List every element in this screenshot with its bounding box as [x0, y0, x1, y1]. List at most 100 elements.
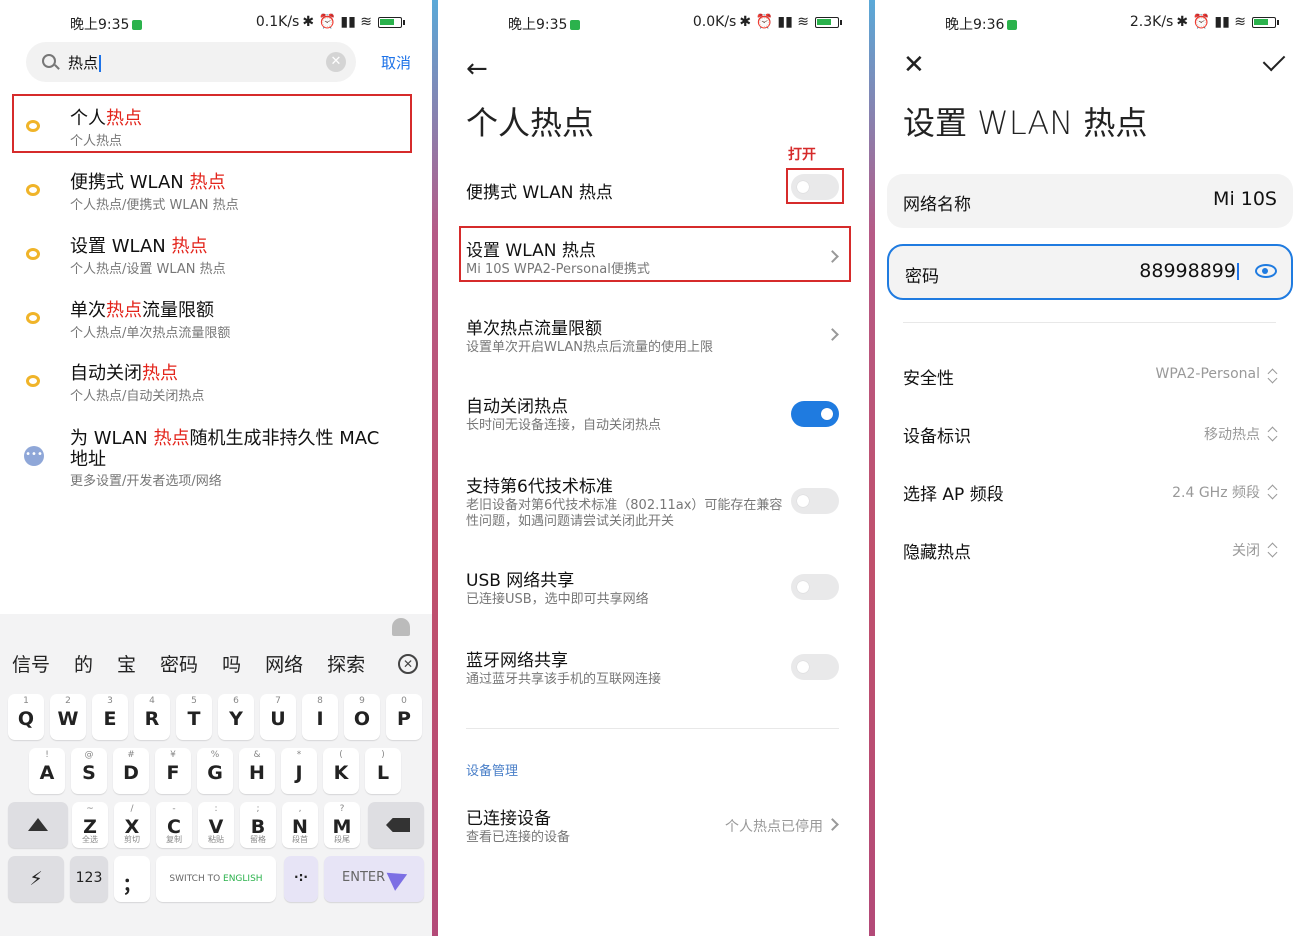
key[interactable]: : V 粘贴 [198, 802, 234, 848]
key[interactable]: % G [197, 748, 233, 794]
setup-hotspot-row[interactable]: 设置 WLAN 热点 Mi 10S WPA2-Personal便携式 [438, 228, 869, 284]
auto-off-row[interactable]: 自动关闭热点 长时间无设备连接，自动关闭热点 [438, 384, 869, 440]
net-speed: 0.0K/s [692, 14, 737, 30]
usb-tether-toggle[interactable] [791, 574, 839, 600]
shift-icon [28, 818, 48, 831]
close-icon[interactable]: ✕ [903, 50, 925, 80]
eye-icon[interactable] [1255, 264, 1277, 278]
portable-hotspot-row[interactable]: 便携式 WLAN 热点 [438, 162, 869, 212]
candidate-word[interactable]: 密码 [160, 650, 198, 677]
key[interactable]: 0P [386, 694, 422, 740]
bt-tether-row[interactable]: 蓝牙网络共享 通过蓝牙共享该手机的互联网连接 [438, 636, 869, 692]
security-row[interactable]: 安全性 WPA2-Personal [875, 358, 1306, 398]
usb-tether-row[interactable]: USB 网络共享 已连接USB，选中即可共享网络 [438, 558, 869, 614]
row-value: 个人热点已停用 [725, 819, 823, 835]
key[interactable]: 1Q [8, 694, 44, 740]
candidate-word[interactable]: 网络 [265, 650, 303, 677]
keyboard-skin-icon[interactable] [392, 618, 410, 636]
result-title: 便携式 WLAN [70, 172, 190, 193]
data-limit-row[interactable]: 单次热点流量限额 设置单次开启WLAN热点后流量的使用上限 [438, 306, 869, 362]
key[interactable]: @ S [71, 748, 107, 794]
close-candidates-icon[interactable]: ✕ [398, 654, 418, 674]
ap-band-row[interactable]: 选择 AP 频段 2.4 GHz 频段 [875, 474, 1306, 514]
key-letter: H [249, 762, 265, 784]
lightning-icon: ⚡ [29, 868, 43, 890]
result-highlight: 热点 [171, 236, 208, 257]
key[interactable]: ) L [365, 748, 401, 794]
confirm-check-icon[interactable] [1262, 48, 1286, 72]
portable-hotspot-toggle[interactable] [791, 174, 839, 200]
candidate-word[interactable]: 宝 [117, 650, 136, 677]
key[interactable]: / X 剪切 [114, 802, 150, 848]
key-secondary: : [214, 804, 218, 814]
candidate-word[interactable]: 的 [74, 650, 93, 677]
key[interactable]: - C 复制 [156, 802, 192, 848]
battery-icon [1252, 16, 1279, 28]
candidate-word[interactable]: 吗 [222, 650, 241, 677]
key-secondary: 1 [23, 696, 29, 706]
key[interactable]: ¥ F [155, 748, 191, 794]
key-letter: D [123, 762, 139, 784]
bt-tether-toggle[interactable] [791, 654, 839, 680]
key[interactable]: (K [323, 748, 359, 794]
hotspot-ring-icon [26, 312, 40, 324]
result-path: 个人热点/自动关闭热点 [70, 389, 205, 404]
field-label: 密码 [905, 267, 939, 287]
network-name-field[interactable]: 网络名称 Mi 10S [887, 174, 1293, 228]
candidate-word[interactable]: 探索 [327, 650, 365, 677]
key[interactable]: 6Y [218, 694, 254, 740]
device-id-row[interactable]: 设备标识 移动热点 [875, 416, 1306, 456]
search-bar[interactable]: 热点 ✕ [26, 42, 356, 82]
key-letter: S [82, 762, 96, 784]
wifi6-toggle[interactable] [791, 488, 839, 514]
key-hint: 段首 [292, 835, 308, 844]
chevron-right-icon [826, 250, 839, 263]
password-input[interactable]: 88998899 [1139, 260, 1236, 282]
key[interactable]: & H [239, 748, 275, 794]
key[interactable]: 3E [92, 694, 128, 740]
number-key[interactable]: 123 [70, 856, 108, 902]
cancel-button[interactable]: 取消 [381, 52, 411, 73]
password-field[interactable]: 密码 88998899 [887, 244, 1293, 300]
shift-key[interactable] [8, 802, 68, 848]
key[interactable]: 8I [302, 694, 338, 740]
key-secondary: , [298, 804, 302, 814]
text-cursor [1237, 263, 1239, 280]
key[interactable]: 2W [50, 694, 86, 740]
chevron-updown-icon [1268, 369, 1276, 383]
status-bar: 晚上9:36 2.3K/s ✱ ⏰ ▮▮ ≋ [875, 12, 1306, 34]
emoji-key[interactable]: ⚡ [8, 856, 64, 902]
key[interactable]: 5T [176, 694, 212, 740]
backspace-key[interactable] [368, 802, 424, 848]
row-label: 单次热点流量限额 [466, 319, 602, 339]
key-secondary: ¥ [170, 750, 176, 760]
key[interactable]: # D [113, 748, 149, 794]
clear-icon[interactable]: ✕ [326, 52, 346, 72]
network-name-input[interactable]: Mi 10S [1213, 188, 1277, 210]
key[interactable]: 7U [260, 694, 296, 740]
key[interactable]: ? M 段尾 [324, 802, 360, 848]
search-input[interactable]: 热点 [68, 54, 98, 72]
enter-key[interactable]: ENTER [324, 856, 424, 902]
key-secondary: - [172, 804, 176, 814]
key-letter: Q [17, 708, 35, 730]
divider [903, 322, 1276, 323]
symbol-key[interactable]: ·:· [284, 856, 318, 902]
key[interactable]: 9O [344, 694, 380, 740]
auto-off-toggle[interactable] [791, 401, 839, 427]
divider [466, 728, 839, 729]
key[interactable]: ~ Z 全选 [72, 802, 108, 848]
hide-hotspot-row[interactable]: 隐藏热点 关闭 [875, 532, 1306, 572]
connected-devices-row[interactable]: 已连接设备 查看已连接的设备 个人热点已停用 [438, 796, 869, 852]
semicolon-key[interactable]: ； [114, 856, 150, 902]
result-path: 个人热点/便携式 WLAN 热点 [70, 198, 239, 213]
key[interactable]: ! A [29, 748, 65, 794]
key[interactable]: , N 段首 [282, 802, 318, 848]
key[interactable]: ; B 留格 [240, 802, 276, 848]
key[interactable]: 4R [134, 694, 170, 740]
wifi6-row[interactable]: 支持第6代技术标准 老旧设备对第6代技术标准（802.11ax）可能存在兼容性问… [438, 462, 869, 534]
candidate-word[interactable]: 信号 [12, 650, 50, 677]
space-key[interactable]: SWITCH TO ENGLISH [156, 856, 276, 902]
back-arrow-icon[interactable]: ← [466, 54, 488, 84]
key[interactable]: * J [281, 748, 317, 794]
